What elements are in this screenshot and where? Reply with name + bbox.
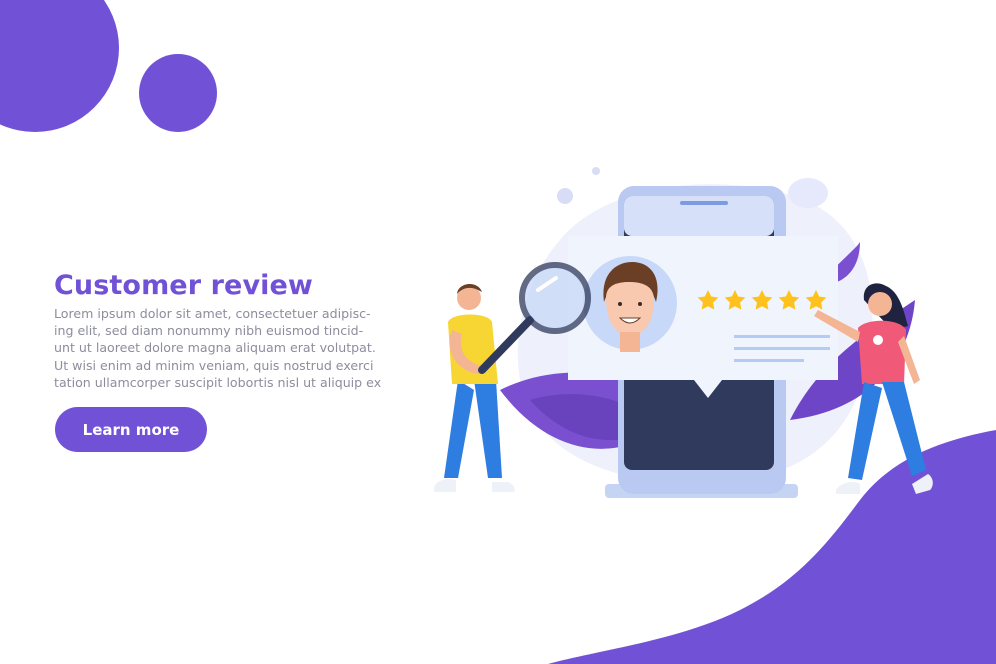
woman-leg xyxy=(882,382,926,476)
reviewer-eye xyxy=(638,302,642,306)
review-text-line xyxy=(734,359,804,362)
review-text-line xyxy=(734,347,830,350)
reviewer-eye xyxy=(618,302,622,306)
man-leg xyxy=(444,380,474,478)
woman-shoe xyxy=(912,474,933,494)
man-figure xyxy=(434,283,515,492)
reviewer-neck xyxy=(620,332,640,352)
decor-dot xyxy=(592,167,600,175)
decor-dot xyxy=(557,188,573,204)
decor-cloud xyxy=(788,178,828,208)
customer-review-illustration xyxy=(434,167,933,498)
man-leg xyxy=(474,380,502,478)
woman-head xyxy=(868,292,892,316)
woman-torso xyxy=(858,320,906,384)
woman-shoe xyxy=(836,482,860,494)
phone-speaker xyxy=(680,201,728,205)
woman-badge xyxy=(873,335,883,345)
review-text-line xyxy=(734,335,830,338)
man-shoe xyxy=(492,482,515,492)
man-shoe xyxy=(434,478,456,492)
